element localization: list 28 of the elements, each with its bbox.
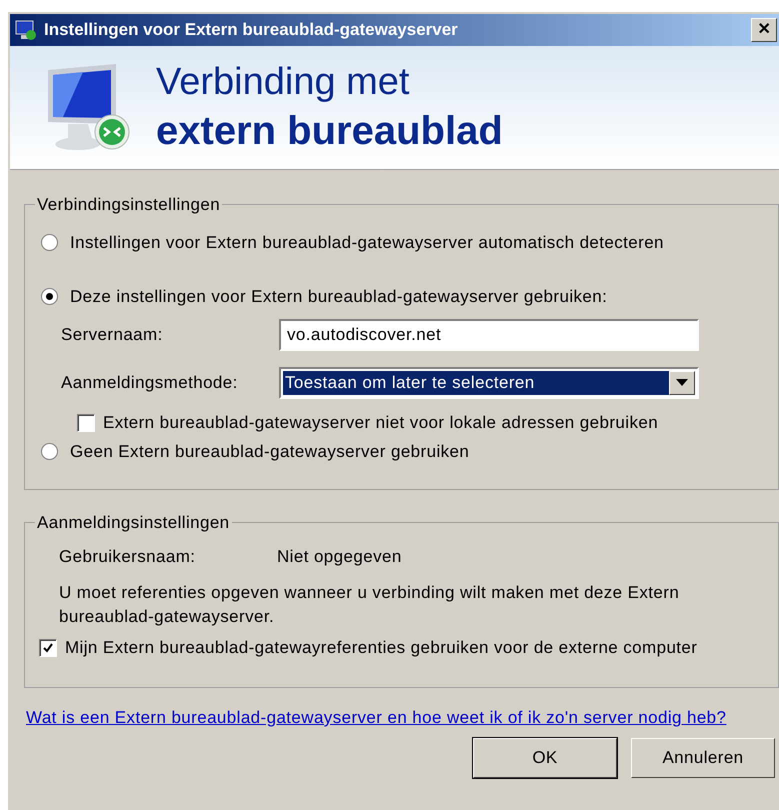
server-name-field[interactable]: vo.autodiscover.net: [279, 318, 699, 350]
username-label: Gebruikersnaam:: [59, 546, 196, 568]
checkbox[interactable]: [39, 638, 57, 657]
check-icon: [42, 642, 54, 654]
group-title: Verbindingsinstellingen: [36, 194, 222, 216]
radio-label: Deze instellingen voor Extern bureaublad-gatewayserver gebruiken:: [70, 286, 608, 308]
logon-method-dropdown[interactable]: Toestaan om later te selecteren: [279, 366, 699, 398]
checkbox-label: Mijn Extern bureaublad-gatewayreferenties gebruiken voor de externe computer: [65, 637, 698, 659]
field-label: Aanmeldingsmethode:: [61, 372, 239, 394]
window-title: Instellingen voor Extern bureaublad-gatewayserver: [44, 19, 458, 42]
help-link[interactable]: Wat is een Extern bureaublad-gatewayserver en hoe weet ik of ik zo'n server nodig heb?: [26, 706, 731, 730]
radio-button[interactable]: [41, 443, 58, 460]
radio-label: Geen Extern bureaublad-gatewayserver gebruiken: [70, 440, 470, 463]
checkbox[interactable]: [77, 414, 95, 432]
dialog-button[interactable]: OK: [473, 738, 617, 778]
header-title: Verbinding met: [156, 60, 410, 105]
radio-button[interactable]: [41, 234, 58, 251]
username-value: Niet opgegeven: [277, 546, 402, 568]
monitor-icon: [14, 19, 38, 41]
field-label: Servernaam:: [61, 324, 164, 346]
info-text: U moet referenties opgeven wanneer u verbinding wilt maken met deze Extern bureaublad-gatewayserver.: [58, 582, 680, 628]
checkbox-label: Extern bureaublad-gatewayserver niet voor lokale adressen gebruiken: [103, 412, 658, 434]
dialog-button[interactable]: Annuleren: [631, 738, 775, 778]
close-button[interactable]: ✕: [751, 18, 777, 42]
radio-button[interactable]: [41, 288, 58, 305]
header-subtitle: extern bureaublad: [156, 108, 503, 156]
group-title: Aanmeldingsinstellingen: [36, 512, 231, 534]
radio-label: Instellingen voor Extern bureaublad-gatewayserver automatisch detecteren: [70, 232, 664, 254]
